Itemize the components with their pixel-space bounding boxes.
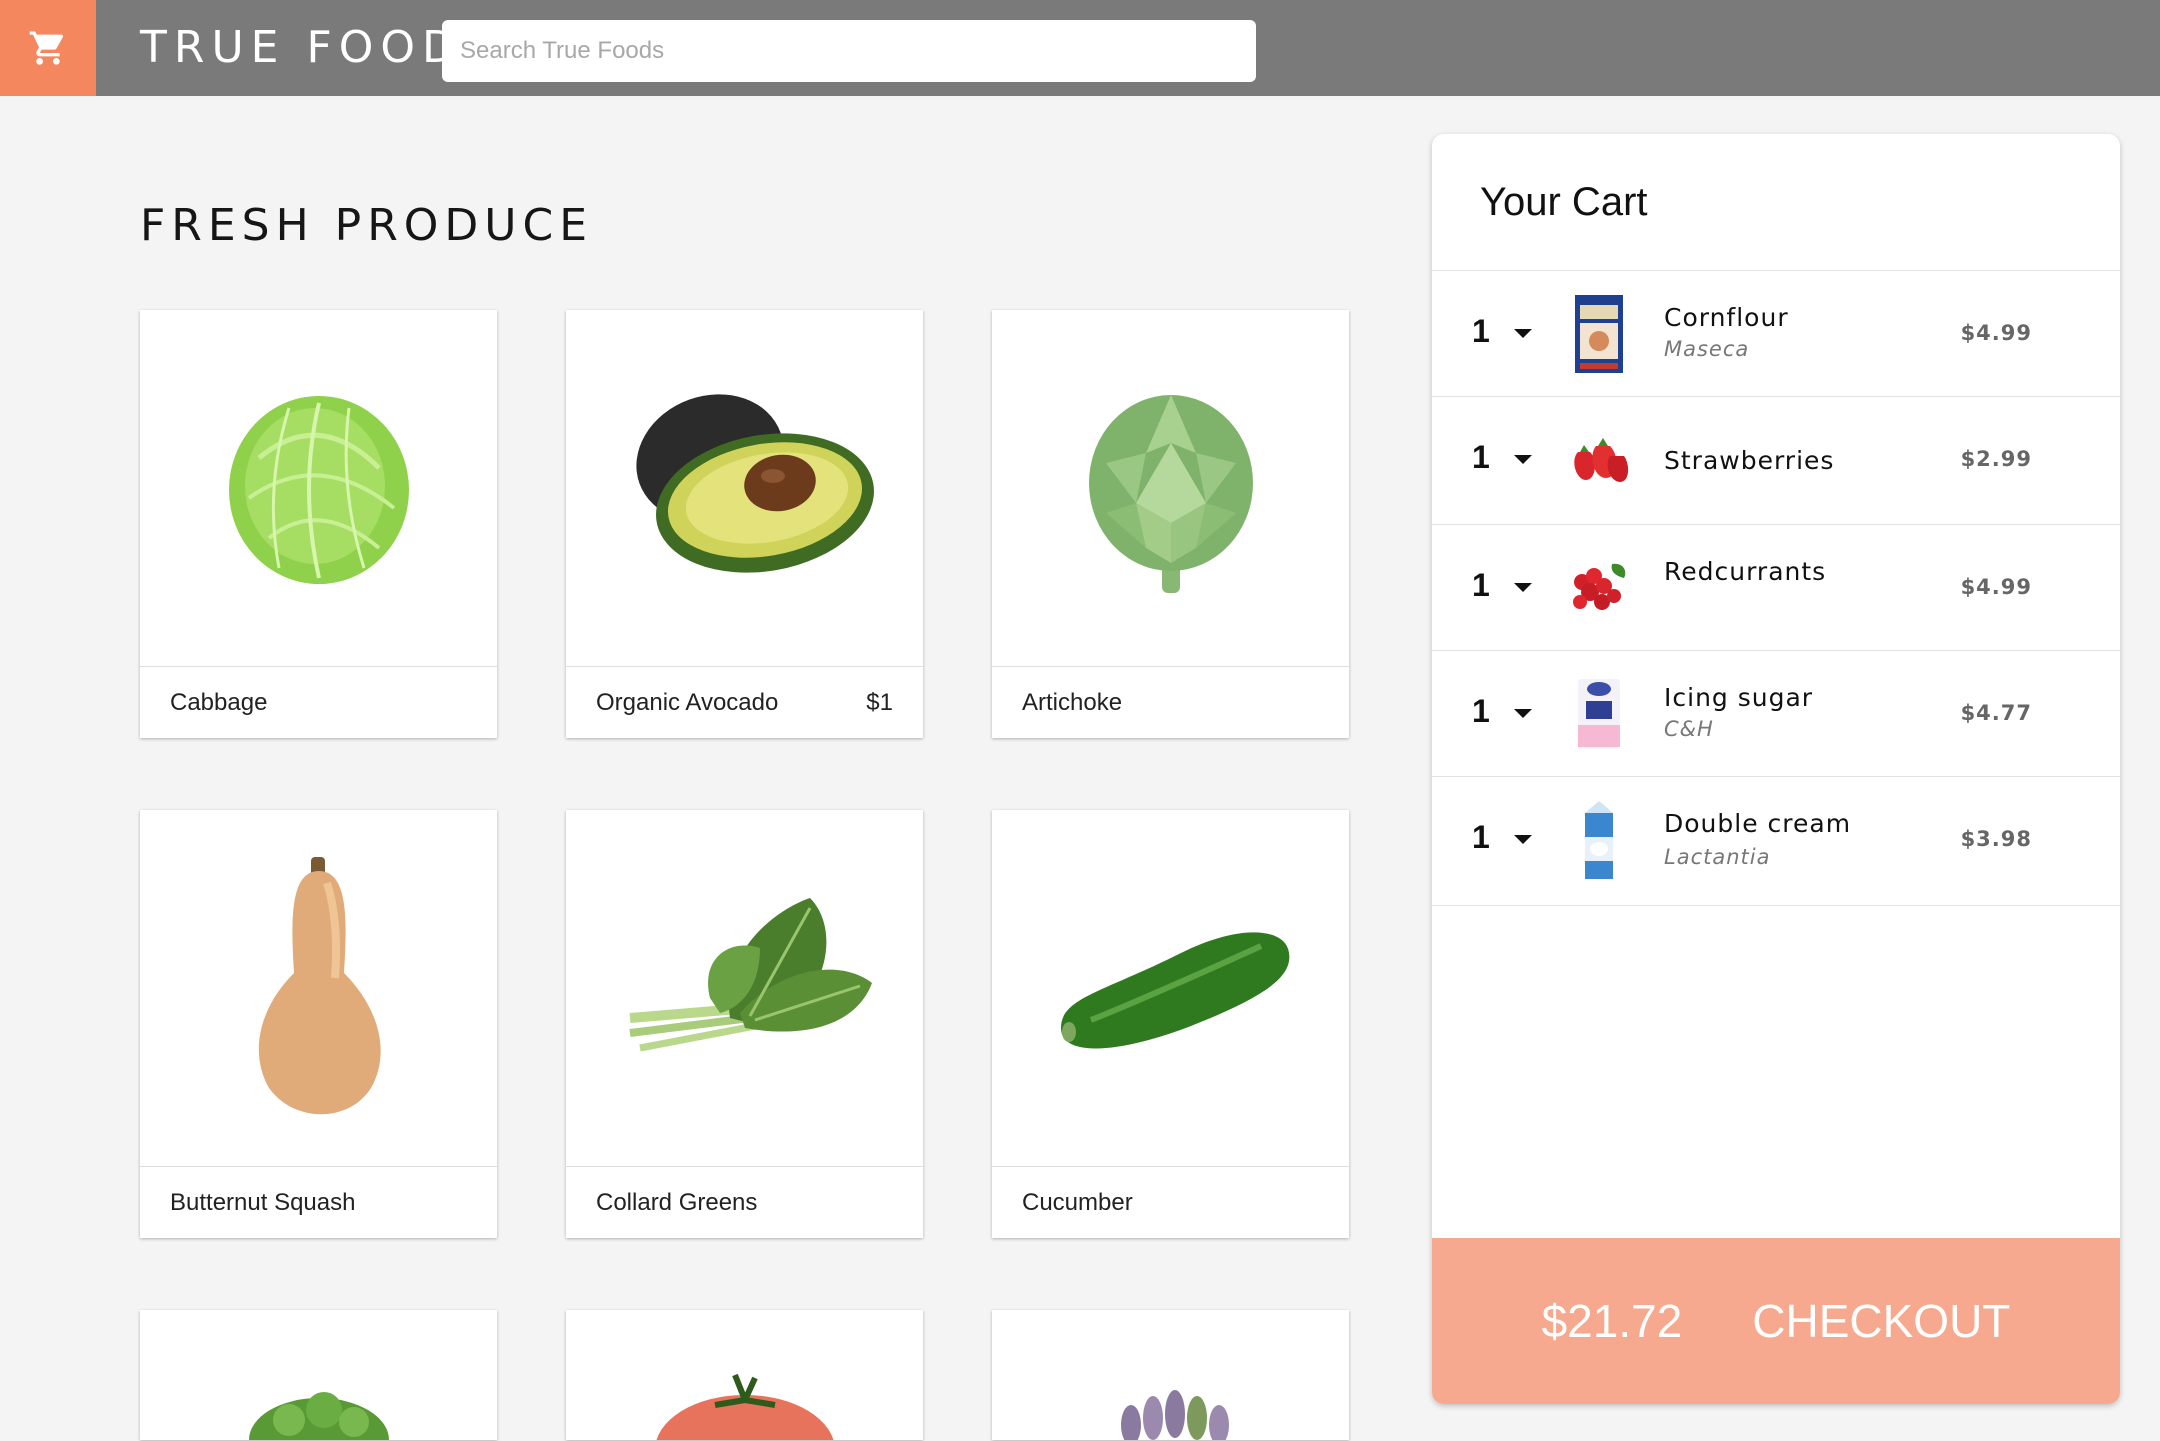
product-card-footer: Butternut Squash (140, 1166, 497, 1238)
icing-sugar-package-image (1578, 679, 1620, 749)
product-card[interactable]: Cucumber (992, 810, 1349, 1238)
product-image (140, 1310, 497, 1440)
product-image (992, 810, 1349, 1166)
item-quantity[interactable]: 1 (1472, 439, 1490, 476)
cart-panel: Your Cart 1 Cornflour Maseca $4.99 1 Str… (1432, 134, 2120, 1404)
product-image (566, 310, 923, 666)
top-bar: TRUE FOODS (0, 0, 2160, 96)
product-name: Artichoke (1022, 688, 1123, 716)
cart-item: 1 Redcurrants $4.99 (1432, 525, 2120, 652)
item-thumbnail (1564, 545, 1634, 631)
product-card[interactable]: Collard Greens (566, 810, 923, 1238)
product-card[interactable] (566, 1310, 923, 1440)
item-name: Icing sugar (1664, 683, 1814, 712)
cart-item: 1 Double cream Lactantia $3.98 (1432, 777, 2120, 904)
avocado-image (635, 394, 874, 573)
item-name: Double cream (1664, 809, 1852, 838)
cart-total: $21.72 (1541, 1295, 1683, 1347)
item-quantity[interactable]: 1 (1472, 819, 1490, 856)
item-thumbnail (1564, 417, 1634, 503)
item-quantity[interactable]: 1 (1472, 313, 1490, 350)
cabbage-image (228, 396, 409, 584)
quantity-dropdown-icon[interactable] (1514, 455, 1532, 464)
item-quantity[interactable]: 1 (1472, 567, 1490, 604)
cornflour-package-image (1575, 295, 1623, 373)
product-name: Cabbage (170, 688, 268, 716)
cucumber-image (1060, 932, 1289, 1049)
item-price: $4.77 (1960, 701, 2032, 725)
product-price: $1 (866, 688, 893, 716)
strawberries-image (1574, 438, 1629, 482)
product-card[interactable]: Artichoke (992, 310, 1349, 738)
item-thumbnail (1564, 291, 1634, 377)
cart-button[interactable] (0, 0, 96, 96)
collard-greens-image (629, 898, 872, 1052)
quantity-dropdown-icon[interactable] (1514, 583, 1532, 592)
product-image (992, 1310, 1349, 1440)
redcurrants-image (1573, 563, 1626, 610)
product-card-footer: Collard Greens (566, 1166, 923, 1238)
item-name: Redcurrants (1664, 557, 1827, 586)
item-name: Cornflour (1664, 303, 1789, 332)
item-brand: C&H (1664, 717, 1714, 741)
product-card[interactable] (992, 1310, 1349, 1440)
item-name: Strawberries (1664, 446, 1835, 475)
item-thumbnail (1564, 671, 1634, 757)
product-image (140, 310, 497, 666)
item-price: $4.99 (1960, 575, 2032, 599)
product-card[interactable]: Cabbage (140, 310, 497, 738)
artichoke-image (1088, 395, 1253, 593)
checkout-button[interactable]: $21.72 CHECKOUT (1432, 1238, 2120, 1404)
checkout-label: CHECKOUT (1752, 1295, 2011, 1347)
quantity-dropdown-icon[interactable] (1514, 329, 1532, 338)
product-image (566, 810, 923, 1166)
product-name: Butternut Squash (170, 1188, 356, 1216)
product-image (140, 810, 497, 1166)
item-price: $3.98 (1960, 827, 2032, 851)
product-card-footer: Artichoke (992, 666, 1349, 738)
cart-item: 1 Strawberries $2.99 (1432, 397, 2120, 524)
item-price: $4.99 (1960, 321, 2032, 345)
search-input[interactable] (442, 20, 1256, 82)
quantity-dropdown-icon[interactable] (1514, 709, 1532, 718)
product-card-footer: Cucumber (992, 1166, 1349, 1238)
divider (1432, 905, 2120, 906)
section-title: FRESH PRODUCE (140, 200, 594, 251)
shopping-cart-icon (29, 31, 64, 65)
cart-item: 1 Cornflour Maseca $4.99 (1432, 271, 2120, 398)
tomato-image (656, 1373, 833, 1440)
item-brand: Lactantia (1664, 845, 1771, 869)
item-price: $2.99 (1960, 447, 2032, 471)
product-card-footer: Cabbage (140, 666, 497, 738)
item-thumbnail (1564, 797, 1634, 883)
cart-title: Your Cart (1480, 180, 1648, 224)
greens-image (248, 1392, 389, 1440)
product-name: Organic Avocado (596, 688, 779, 716)
item-brand: Maseca (1664, 337, 1750, 361)
quantity-dropdown-icon[interactable] (1514, 835, 1532, 844)
asparagus-image (1120, 1390, 1229, 1440)
product-name: Collard Greens (596, 1188, 758, 1216)
item-quantity[interactable]: 1 (1472, 693, 1490, 730)
product-card[interactable]: Organic Avocado $1 (566, 310, 923, 738)
product-image (566, 1310, 923, 1440)
product-card-footer: Organic Avocado $1 (566, 666, 923, 738)
product-card[interactable] (140, 1310, 497, 1440)
product-name: Cucumber (1022, 1188, 1133, 1216)
cart-item: 1 Icing sugar C&H $4.77 (1432, 651, 2120, 778)
product-image (992, 310, 1349, 666)
double-cream-carton-image (1585, 801, 1613, 879)
butternut-squash-image (258, 857, 381, 1115)
product-card[interactable]: Butternut Squash (140, 810, 497, 1238)
